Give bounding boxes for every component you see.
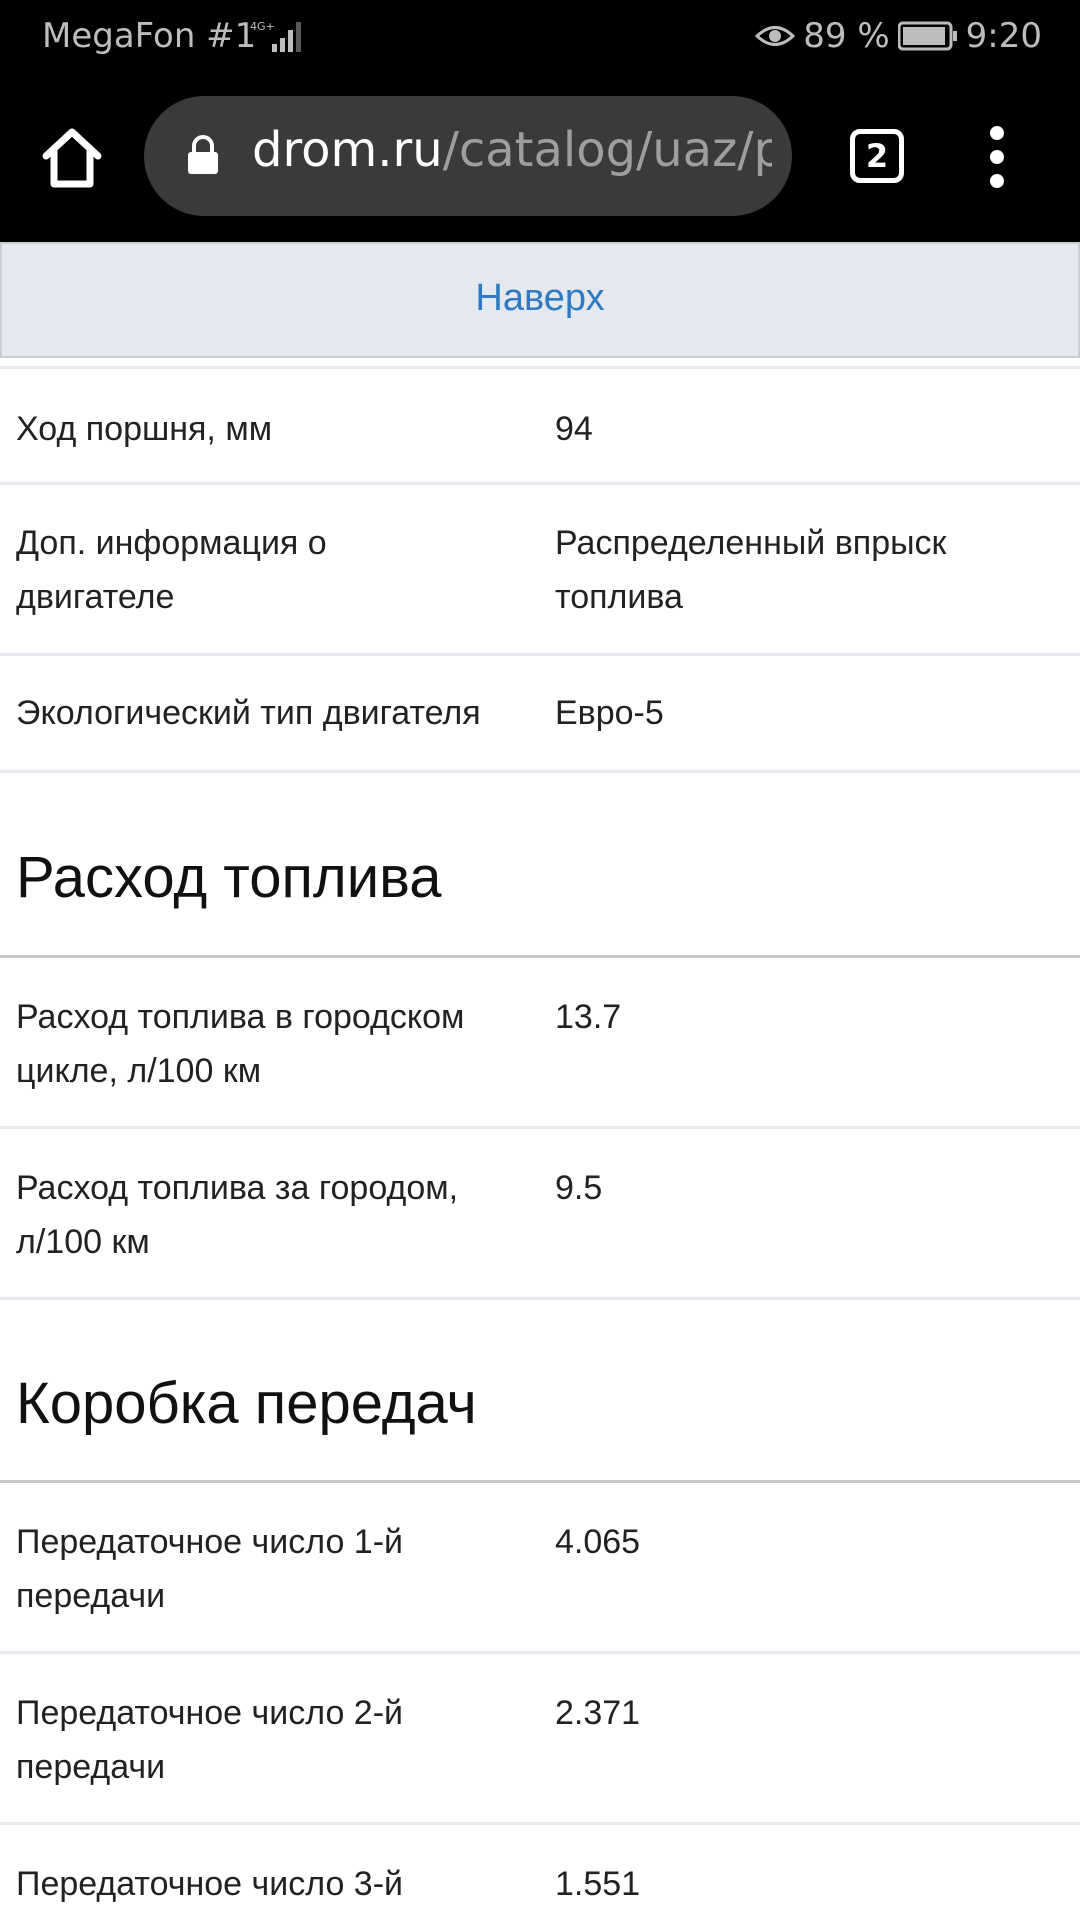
spec-row: Передаточное число 3-й 1.551: [0, 1825, 1080, 1920]
carrier-name: MegaFon #1: [42, 16, 257, 56]
spec-value: 4.065: [555, 1523, 641, 1561]
tab-switcher-button[interactable]: 2: [850, 129, 904, 183]
spec-value: 13.7: [555, 998, 622, 1036]
spec-label: Передаточное число 3-й: [16, 1865, 404, 1903]
status-bar: MegaFon #1 4G+ 89 % 9:20: [0, 0, 1080, 76]
spec-value: 2.371: [555, 1694, 641, 1732]
address-bar[interactable]: drom.ru/catalog/uaz/pa: [144, 96, 792, 216]
section-title-fuel: Расход топлива: [16, 845, 442, 910]
spec-label: Доп. информация о двигателе: [16, 524, 327, 616]
page-content: Наверх Ход поршня, мм 94 Доп. информация…: [0, 242, 1080, 1920]
url-host: drom.ru: [252, 122, 443, 178]
spec-label: Передаточное число 2-й передачи: [16, 1694, 404, 1786]
spec-value: 1.551: [555, 1865, 641, 1903]
section-title-gearbox: Коробка передач: [16, 1371, 477, 1436]
home-icon[interactable]: [38, 124, 106, 192]
divider: [0, 366, 1080, 369]
battery-icon: [897, 21, 957, 51]
spec-label: Расход топлива за городом, л/100 км: [16, 1169, 459, 1261]
signal-icon: 4G+: [250, 20, 301, 52]
spec-row: Передаточное число 2-й передачи 2.371: [0, 1654, 1080, 1825]
browser-toolbar: drom.ru/catalog/uaz/pa 2: [0, 76, 1080, 242]
spec-label: Расход топлива в городском цикле, л/100 …: [16, 998, 465, 1090]
lock-icon: [188, 135, 218, 174]
url-path: /catalog/uaz/pa: [442, 122, 772, 178]
clock: 9:20: [965, 16, 1042, 56]
spec-row: Передаточное число 1-й передачи 4.065: [0, 1483, 1080, 1654]
spec-row: Расход топлива в городском цикле, л/100 …: [0, 958, 1080, 1129]
back-to-top-link[interactable]: Наверх: [0, 242, 1080, 358]
url-text: drom.ru/catalog/uaz/pa: [252, 122, 772, 178]
spec-value: Евро-5: [555, 694, 664, 732]
spec-value: 9.5: [555, 1169, 603, 1207]
spec-label: Ход поршня, мм: [16, 410, 273, 448]
spec-label: Передаточное число 1-й передачи: [16, 1523, 404, 1615]
spec-row: Экологический тип двигателя Евро-5: [0, 656, 1080, 773]
spec-row: Ход поршня, мм 94: [0, 370, 1080, 485]
spec-value: 94: [555, 410, 593, 448]
spec-row: Доп. информация о двигателе Распределенн…: [0, 485, 1080, 656]
more-menu-icon[interactable]: [982, 126, 1012, 192]
svg-text:4G+: 4G+: [250, 20, 275, 33]
spec-label: Экологический тип двигателя: [16, 694, 481, 732]
spec-row: Расход топлива за городом, л/100 км 9.5: [0, 1129, 1080, 1300]
battery-percent: 89 %: [803, 16, 890, 56]
eye-comfort-icon: [755, 26, 796, 46]
spec-value: Распределенный впрыск топлива: [555, 524, 947, 616]
